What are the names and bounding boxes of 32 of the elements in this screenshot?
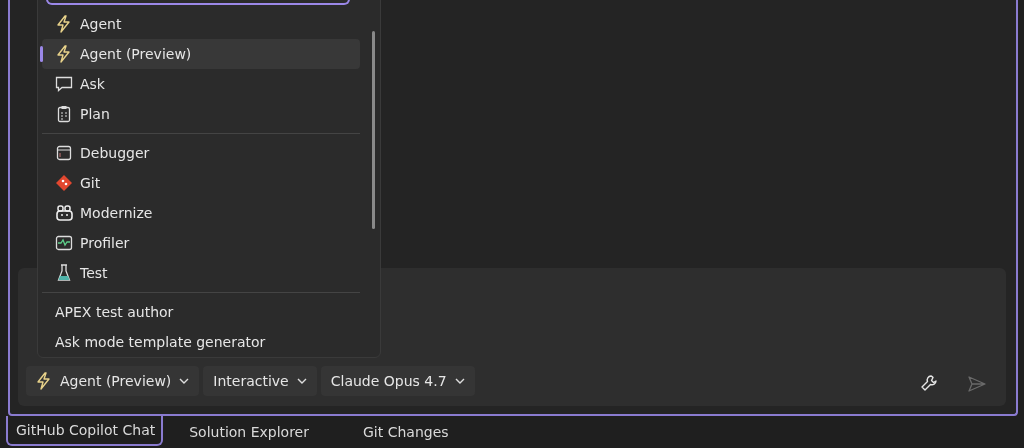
menu-item[interactable]: Agent bbox=[42, 9, 360, 39]
wrench-icon bbox=[920, 374, 938, 392]
menu-item[interactable]: Git bbox=[42, 168, 360, 198]
robot-icon bbox=[55, 205, 73, 221]
window-icon bbox=[56, 145, 72, 161]
scrollbar[interactable] bbox=[372, 31, 375, 229]
dropdown-button[interactable]: Claude Opus 4.7 bbox=[320, 366, 475, 396]
tab[interactable]: Git Changes bbox=[355, 416, 457, 448]
menu-item[interactable]: Ask mode template generator bbox=[42, 327, 360, 357]
send-icon bbox=[968, 376, 986, 392]
diamond-icon bbox=[55, 174, 73, 192]
flask-icon bbox=[57, 264, 71, 282]
chevron-down-icon bbox=[296, 378, 307, 384]
chat-icon bbox=[55, 76, 73, 92]
dropdown-button[interactable]: Agent (Preview) bbox=[26, 366, 200, 396]
menu-item[interactable]: Agent (Preview) bbox=[42, 39, 360, 69]
monitor-pulse-icon bbox=[55, 235, 73, 251]
menu-item[interactable]: Ask bbox=[42, 69, 360, 99]
lightning-icon bbox=[36, 372, 52, 390]
menu-item[interactable]: Plan bbox=[42, 99, 360, 129]
chevron-down-icon bbox=[179, 378, 190, 384]
lightning-icon bbox=[56, 15, 72, 33]
menu-item[interactable]: Profiler bbox=[42, 228, 360, 258]
tab[interactable]: Solution Explorer bbox=[181, 416, 317, 448]
clipboard-icon bbox=[57, 105, 71, 123]
menu-item[interactable]: Debugger bbox=[42, 138, 360, 168]
dropdown-button[interactable]: Interactive bbox=[203, 366, 317, 396]
menu-item[interactable]: APEX test author bbox=[42, 297, 360, 327]
tab[interactable]: GitHub Copilot Chat bbox=[6, 416, 164, 446]
menu-item[interactable]: Modernize bbox=[42, 198, 360, 228]
lightning-icon bbox=[56, 45, 72, 63]
chevron-down-icon bbox=[454, 378, 465, 384]
